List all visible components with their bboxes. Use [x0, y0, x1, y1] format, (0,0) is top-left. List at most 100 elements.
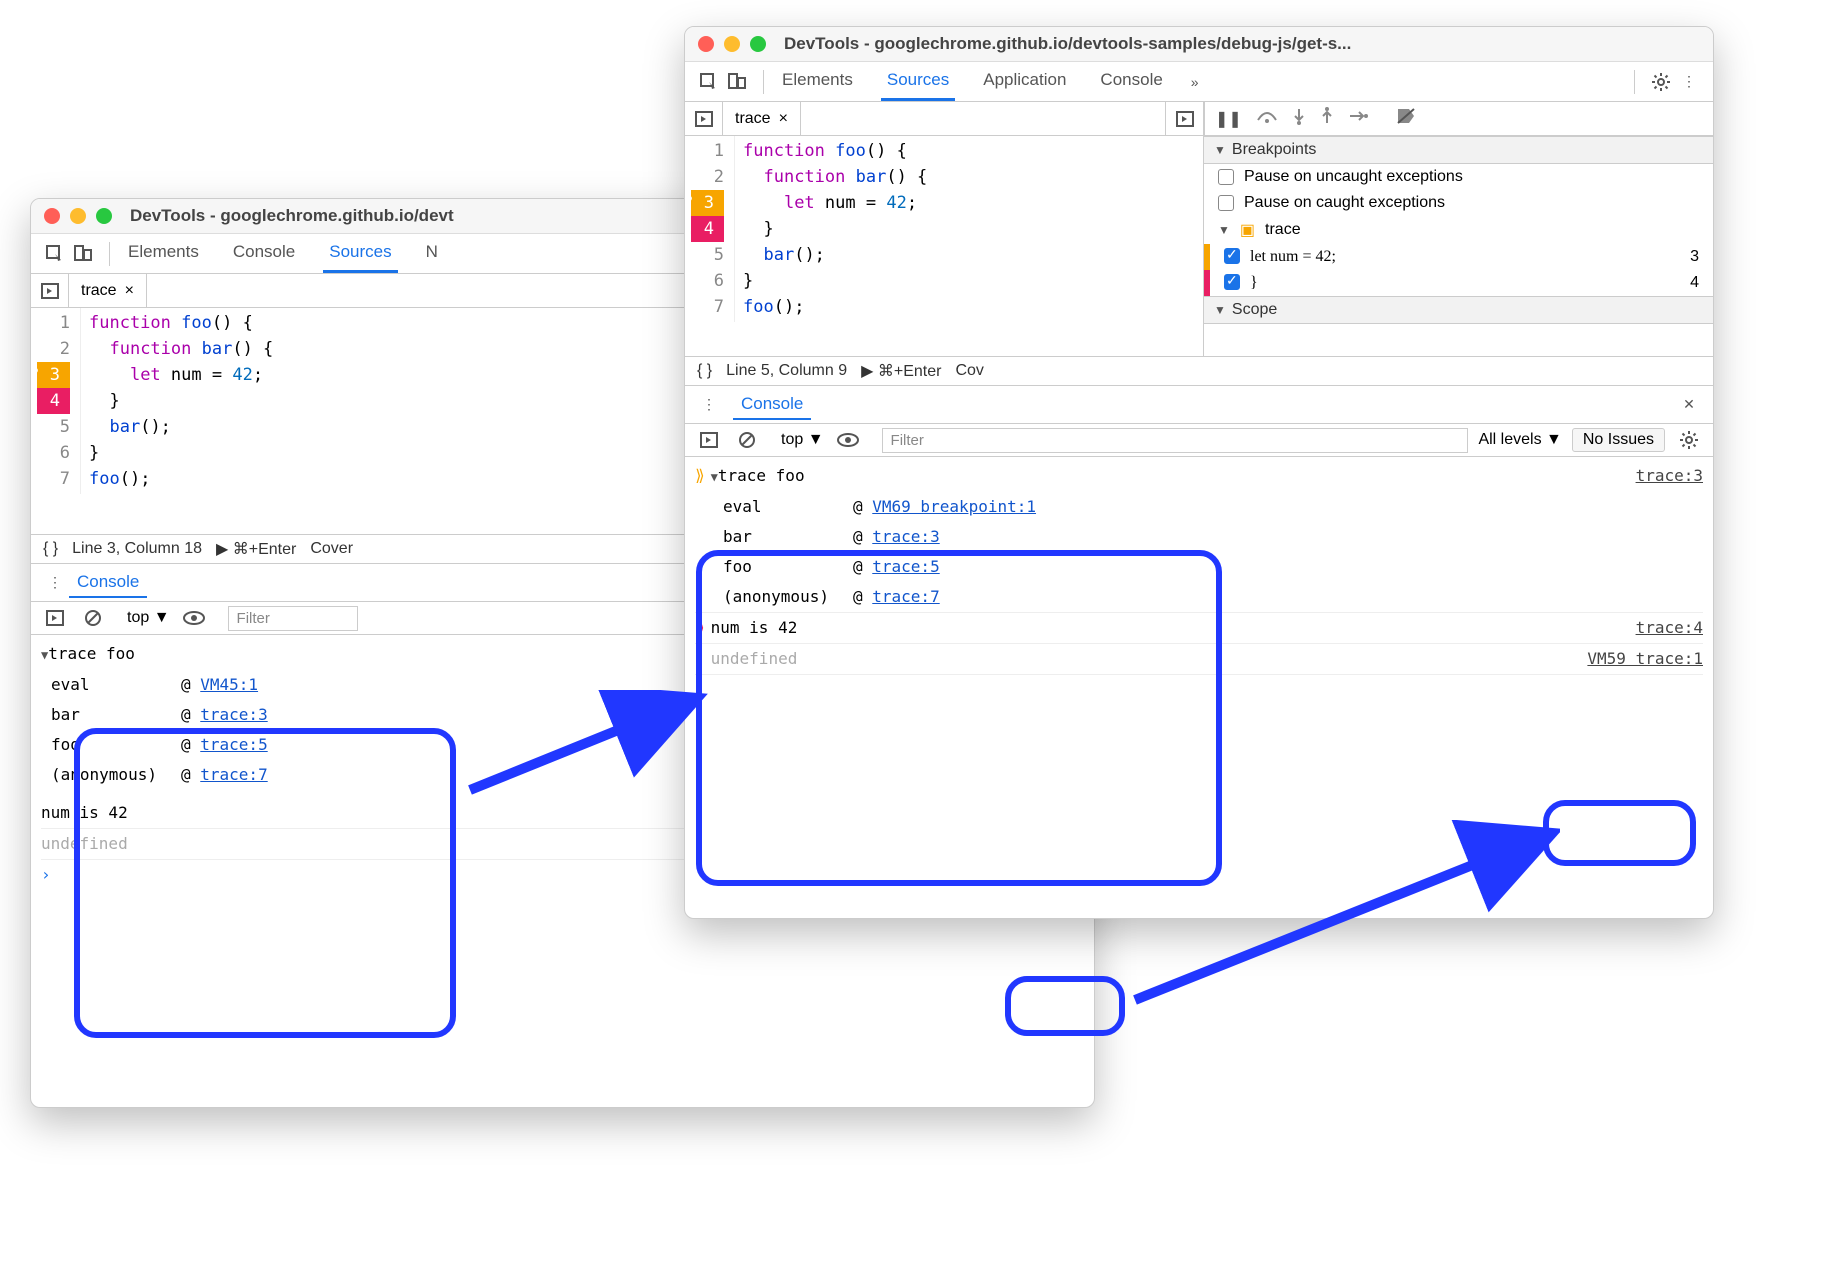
- step-icon[interactable]: [1348, 109, 1368, 128]
- tab-elements[interactable]: Elements: [122, 234, 205, 273]
- pretty-print-icon[interactable]: { }: [697, 362, 712, 380]
- breakpoint-item[interactable]: let num = 42; 3: [1210, 244, 1713, 270]
- chevron-left-icon: ‹: [695, 644, 705, 674]
- coverage-label: Cover: [310, 540, 353, 558]
- window-title: DevTools - googlechrome.github.io/devt: [130, 206, 454, 226]
- clear-console-icon[interactable]: [733, 427, 761, 453]
- panel-tabs: Elements Console Sources N: [122, 234, 444, 273]
- scope-header[interactable]: ▼Scope: [1204, 296, 1713, 324]
- stack-frame[interactable]: bar@ trace:3: [723, 522, 1703, 552]
- close-dot[interactable]: [44, 208, 60, 224]
- breakpoint-group[interactable]: ▼▣trace: [1204, 216, 1713, 244]
- source-link[interactable]: trace:3: [872, 527, 939, 546]
- tab-console[interactable]: Console: [1094, 62, 1168, 101]
- clear-console-icon[interactable]: [79, 605, 107, 631]
- file-tabs: trace ×: [685, 102, 1203, 136]
- source-link[interactable]: trace:5: [872, 557, 939, 576]
- traffic-lights: [698, 36, 766, 52]
- pause-caught-checkbox[interactable]: Pause on caught exceptions: [1204, 190, 1713, 216]
- tab-sources[interactable]: Sources: [881, 62, 955, 101]
- more-tabs-chevron-icon[interactable]: »: [1191, 74, 1199, 90]
- breakpoint-line: 3: [1690, 248, 1699, 266]
- device-icon[interactable]: [723, 69, 751, 95]
- close-icon[interactable]: ×: [779, 110, 788, 128]
- breakpoint-item[interactable]: } 4: [1210, 270, 1713, 296]
- stack-frame[interactable]: eval@ VM69 breakpoint:1: [723, 492, 1703, 522]
- console-message: num is 42: [711, 613, 798, 643]
- stack-frame[interactable]: (anonymous)@ trace:7: [723, 582, 1703, 612]
- source-link[interactable]: VM45:1: [200, 675, 258, 694]
- log-levels-selector[interactable]: All levels ▼: [1478, 431, 1561, 449]
- drawer-tabs: ⋮ Console ✕: [685, 385, 1713, 423]
- debugger-controls: ❚❚: [1204, 102, 1713, 136]
- chevron-right-icon: ⟫: [695, 613, 705, 643]
- eye-icon[interactable]: [180, 605, 208, 631]
- cursor-position: Line 5, Column 9: [726, 362, 847, 380]
- minimize-dot[interactable]: [70, 208, 86, 224]
- step-out-icon[interactable]: [1320, 107, 1334, 130]
- source-link[interactable]: VM59 trace:1: [1587, 644, 1703, 674]
- breakpoints-header[interactable]: ▼Breakpoints: [1204, 136, 1713, 164]
- show-navigator-icon[interactable]: [685, 102, 723, 135]
- more-tabs-icon[interactable]: [1165, 102, 1203, 135]
- stack-frame[interactable]: foo@ trace:5: [723, 552, 1703, 582]
- code-editor[interactable]: 1234567 function foo() { function bar() …: [685, 136, 1203, 322]
- console-undefined: undefined: [711, 644, 798, 674]
- device-icon[interactable]: [69, 241, 97, 267]
- filter-input[interactable]: Filter: [882, 428, 1469, 453]
- sidebar-toggle-icon[interactable]: [41, 605, 69, 631]
- context-selector[interactable]: top ▼: [127, 609, 170, 627]
- inspect-icon[interactable]: [41, 241, 69, 267]
- console-message: num is 42: [41, 798, 128, 828]
- settings-gear-icon[interactable]: [1675, 427, 1703, 453]
- step-over-icon[interactable]: [1256, 108, 1278, 129]
- source-link[interactable]: trace:7: [200, 765, 267, 784]
- tab-sources[interactable]: Sources: [323, 234, 397, 273]
- show-navigator-icon[interactable]: [31, 274, 69, 307]
- minimize-dot[interactable]: [724, 36, 740, 52]
- source-link[interactable]: trace:4: [1636, 613, 1703, 643]
- filter-input[interactable]: Filter: [228, 606, 358, 631]
- console-output[interactable]: ⟫ ▼trace foo trace:3 eval@ VM69 breakpoi…: [685, 457, 1713, 709]
- close-icon[interactable]: ×: [125, 282, 134, 300]
- pause-icon[interactable]: ❚❚: [1215, 109, 1242, 129]
- tab-console[interactable]: Console: [227, 234, 301, 273]
- devtools-window-b: DevTools - googlechrome.github.io/devtoo…: [684, 26, 1714, 919]
- sidebar-toggle-icon[interactable]: [695, 427, 723, 453]
- titlebar: DevTools - googlechrome.github.io/devtoo…: [685, 27, 1713, 62]
- source-link[interactable]: trace:7: [872, 587, 939, 606]
- settings-gear-icon[interactable]: [1647, 69, 1675, 95]
- chevron-right-icon: ⟫: [695, 461, 705, 492]
- trace-header: trace foo: [718, 466, 805, 485]
- file-tab-trace[interactable]: trace ×: [723, 102, 801, 135]
- tab-more[interactable]: N: [420, 234, 444, 273]
- close-drawer-icon[interactable]: ✕: [1675, 392, 1703, 418]
- source-link[interactable]: trace:3: [1636, 461, 1703, 492]
- deactivate-breakpoints-icon[interactable]: [1396, 107, 1416, 130]
- window-title: DevTools - googlechrome.github.io/devtoo…: [784, 34, 1351, 54]
- pretty-print-icon[interactable]: { }: [43, 540, 58, 558]
- source-link[interactable]: trace:3: [200, 705, 267, 724]
- tab-application[interactable]: Application: [977, 62, 1072, 101]
- source-link[interactable]: trace:5: [200, 735, 267, 754]
- drawer-tab-console[interactable]: Console: [69, 568, 147, 598]
- context-selector[interactable]: top ▼: [781, 431, 824, 449]
- kebab-menu-icon[interactable]: ⋮: [1675, 69, 1703, 95]
- drawer-menu-icon[interactable]: ⋮: [695, 392, 723, 418]
- console-prompt[interactable]: ›: [695, 674, 1703, 705]
- zoom-dot[interactable]: [96, 208, 112, 224]
- close-dot[interactable]: [698, 36, 714, 52]
- eye-icon[interactable]: [834, 427, 862, 453]
- editor-statusbar: { } Line 5, Column 9 ▶ ⌘+Enter Cov: [685, 356, 1713, 385]
- drawer-tab-console[interactable]: Console: [733, 390, 811, 420]
- zoom-dot[interactable]: [750, 36, 766, 52]
- pause-uncaught-checkbox[interactable]: Pause on uncaught exceptions: [1204, 164, 1713, 190]
- step-into-icon[interactable]: [1292, 107, 1306, 130]
- tab-elements[interactable]: Elements: [776, 62, 859, 101]
- cursor-position: Line 3, Column 18: [72, 540, 202, 558]
- issues-button[interactable]: No Issues: [1572, 428, 1665, 452]
- drawer-menu-icon[interactable]: ⋮: [41, 570, 69, 596]
- inspect-icon[interactable]: [695, 69, 723, 95]
- source-link[interactable]: VM69 breakpoint:1: [872, 497, 1036, 516]
- file-tab-trace[interactable]: trace ×: [69, 274, 147, 307]
